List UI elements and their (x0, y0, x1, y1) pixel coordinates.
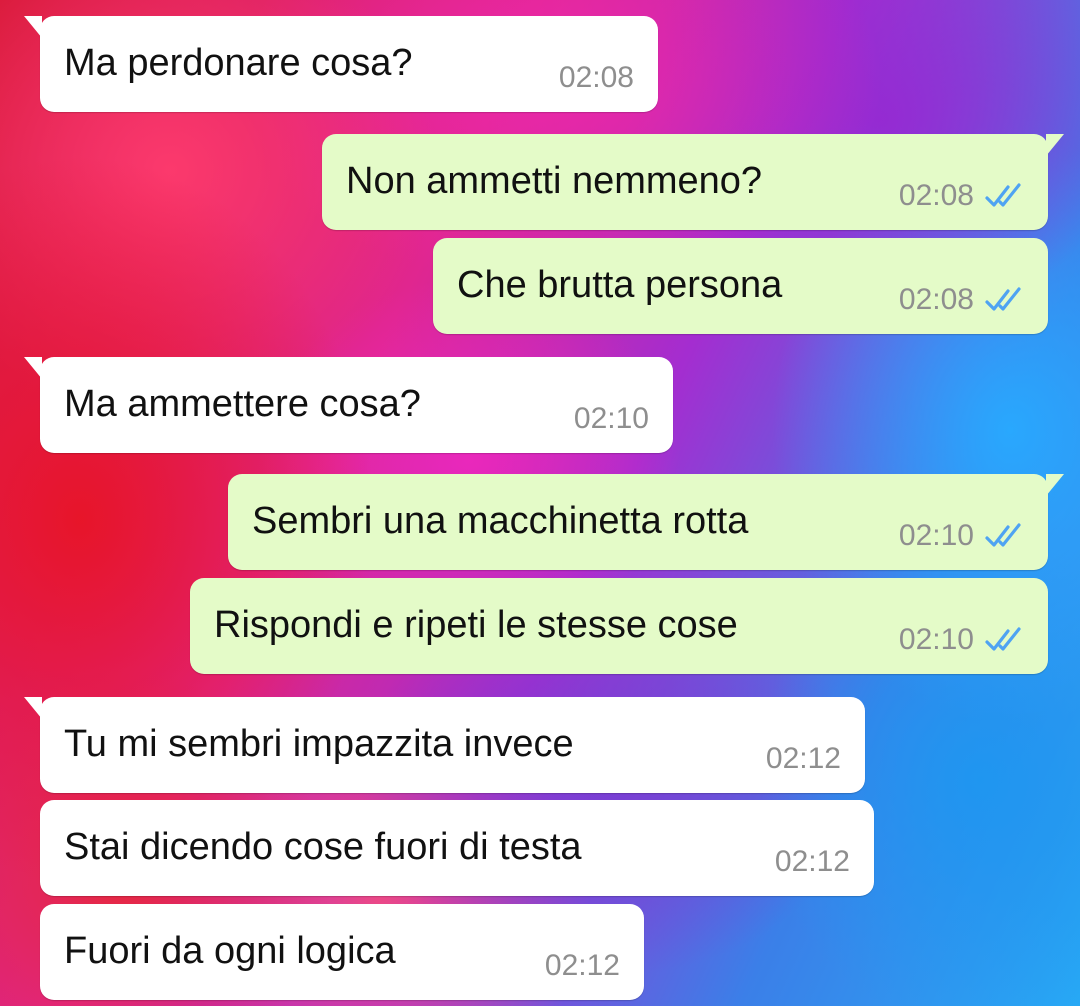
message-text: Ma ammettere cosa? (64, 383, 421, 425)
message-time: 02:12 (774, 845, 850, 878)
bubble-tail (24, 16, 42, 38)
message-bubble-outgoing[interactable]: Non ammetti nemmeno? 02:08 (322, 134, 1064, 230)
message-time: 02:10 (898, 623, 974, 656)
message-text: Fuori da ogni logica (64, 930, 396, 972)
message-bubble-outgoing[interactable]: Che brutta persona 02:08 (433, 238, 1048, 334)
message-time: 02:12 (765, 742, 841, 775)
message-time: 02:08 (898, 283, 974, 316)
message-meta: 02:12 (545, 946, 620, 986)
message-time: 02:08 (898, 179, 974, 212)
message-text: Sembri una macchinetta rotta (252, 500, 749, 542)
double-check-read-icon (985, 523, 1021, 547)
bubble-tail (24, 697, 42, 719)
message-text: Rispondi e ripeti le stesse cose (214, 604, 738, 646)
message-meta: 02:10 (899, 620, 1024, 660)
message-text: Non ammetti nemmeno? (346, 160, 763, 202)
message-time: 02:10 (573, 402, 649, 435)
message-meta: 02:12 (775, 842, 850, 882)
message-text: Che brutta persona (457, 264, 783, 306)
message-bubble-outgoing[interactable]: Sembri una macchinetta rotta 02:10 (228, 474, 1064, 570)
message-bubble-incoming[interactable]: Ma ammettere cosa? 02:10 (24, 357, 673, 453)
message-meta: 02:12 (766, 739, 841, 779)
message-text: Stai dicendo cose fuori di testa (64, 826, 582, 868)
message-time: 02:10 (898, 519, 974, 552)
message-bubble-incoming[interactable]: Tu mi sembri impazzita invece 02:12 (24, 697, 865, 793)
message-text: Tu mi sembri impazzita invece (64, 723, 574, 765)
message-meta: 02:10 (574, 399, 649, 439)
double-check-read-icon (985, 183, 1021, 207)
message-bubble-incoming[interactable]: Ma perdonare cosa? 02:08 (24, 16, 658, 112)
bubble-tail (24, 357, 42, 379)
message-text: Ma perdonare cosa? (64, 42, 413, 84)
bubble-tail (1046, 474, 1064, 496)
bubble-tail (1046, 134, 1064, 156)
double-check-read-icon (985, 627, 1021, 651)
message-bubble-outgoing[interactable]: Rispondi e ripeti le stesse cose 02:10 (190, 578, 1048, 674)
message-meta: 02:08 (559, 58, 634, 98)
message-time: 02:12 (544, 949, 620, 982)
double-check-read-icon (985, 287, 1021, 311)
message-meta: 02:08 (899, 176, 1024, 216)
message-bubble-incoming[interactable]: Stai dicendo cose fuori di testa 02:12 (40, 800, 874, 896)
message-time: 02:08 (558, 61, 634, 94)
message-meta: 02:10 (899, 516, 1024, 556)
message-bubble-incoming[interactable]: Fuori da ogni logica 02:12 (40, 904, 644, 1000)
message-meta: 02:08 (899, 280, 1024, 320)
